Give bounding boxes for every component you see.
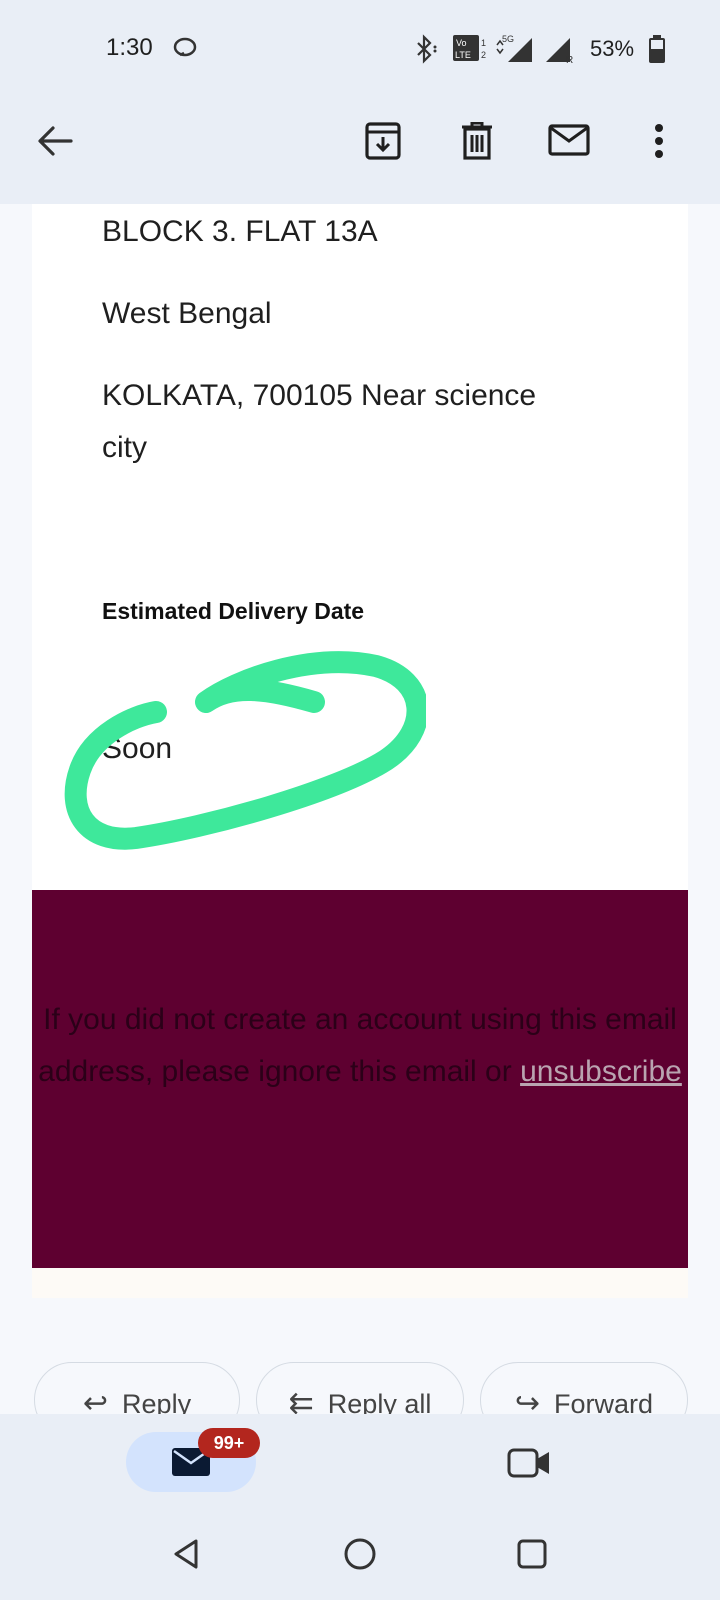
volte-icon: Vo LTE 1 2 [453, 35, 486, 61]
delivery-date-heading: Estimated Delivery Date [102, 598, 365, 624]
svg-text:LTE: LTE [455, 50, 471, 60]
battery-icon [649, 35, 665, 63]
svg-text:R: R [566, 55, 573, 64]
mark-unread-button[interactable] [546, 120, 592, 160]
address-line-2: West Bengal [102, 297, 272, 330]
svg-text:1: 1 [481, 38, 486, 48]
footer-text: If you did not create an account using t… [32, 994, 688, 1098]
system-home-button[interactable] [340, 1534, 380, 1574]
mail-unread-badge: 99+ [198, 1428, 260, 1458]
more-vert-icon [655, 124, 663, 158]
recents-square-icon [517, 1539, 547, 1569]
messenger-icon [173, 37, 197, 57]
back-triangle-icon [174, 1539, 198, 1569]
home-circle-icon [344, 1538, 376, 1570]
footer-strip [32, 1268, 688, 1298]
highlight-scribble [64, 651, 426, 850]
back-button[interactable] [30, 116, 80, 166]
meet-video-icon [507, 1448, 549, 1478]
svg-text:2: 2 [481, 50, 486, 60]
5g-signal-icon: 5G [496, 34, 532, 62]
bluetooth-icon [417, 34, 437, 64]
archive-button[interactable] [360, 118, 406, 164]
address-line-4: city [102, 431, 147, 464]
delete-button[interactable] [454, 118, 500, 164]
status-time: 1:30 [106, 34, 153, 61]
svg-text:5G: 5G [502, 34, 514, 44]
back-arrow-icon [38, 126, 73, 156]
system-recents-button[interactable] [512, 1534, 552, 1574]
system-back-button[interactable] [166, 1534, 206, 1574]
mark-unread-icon [548, 124, 590, 156]
unsubscribe-link[interactable]: unsubscribe [520, 1055, 682, 1088]
nav-meet[interactable] [504, 1440, 554, 1486]
more-options-button[interactable] [644, 118, 674, 164]
svg-text:Vo: Vo [456, 38, 467, 48]
signal-roaming-icon: R [546, 38, 573, 64]
address-line-1: BLOCK 3. FLAT 13A [102, 215, 378, 248]
address-line-3: KOLKATA, 700105 Near science [102, 379, 537, 412]
delete-icon [462, 122, 492, 160]
battery-percent: 53% [590, 36, 635, 61]
archive-icon [365, 122, 401, 160]
